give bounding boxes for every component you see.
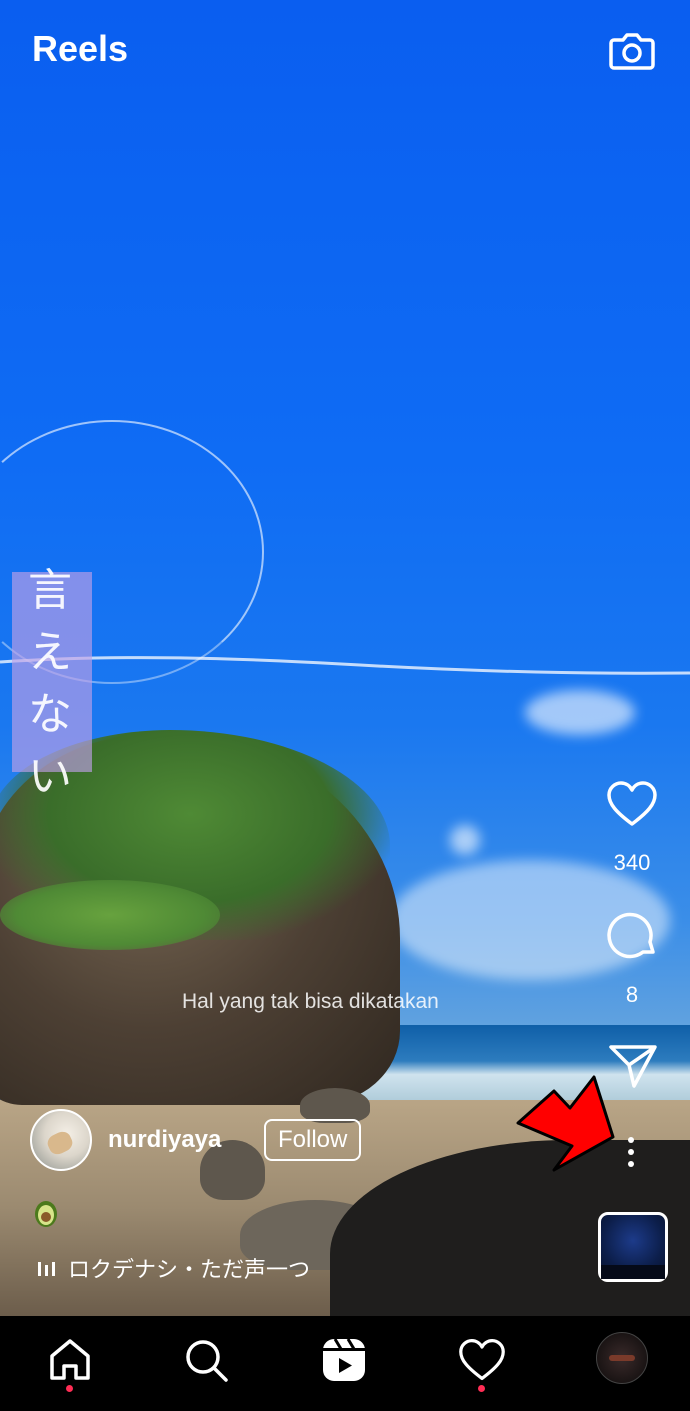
- nav-home[interactable]: [40, 1336, 100, 1396]
- notification-dot: [66, 1385, 73, 1392]
- decorative-wave: [0, 656, 690, 675]
- follow-button[interactable]: Follow: [264, 1119, 362, 1161]
- camera-icon[interactable]: [608, 26, 656, 74]
- bottom-navigation: [0, 1316, 690, 1411]
- nav-reels[interactable]: [314, 1336, 374, 1396]
- profile-avatar[interactable]: [596, 1332, 648, 1384]
- audio-thumbnail[interactable]: [598, 1212, 668, 1282]
- vertical-caption: 言 え な い: [20, 560, 80, 808]
- author-row: nurdiyaya Follow: [30, 1108, 362, 1172]
- like-count: 340: [613, 850, 651, 875]
- heart-icon[interactable]: [606, 780, 658, 828]
- cloud: [450, 825, 480, 855]
- vertical-char: 言: [28, 565, 72, 616]
- page-title: Reels: [32, 28, 129, 69]
- more-vertical-icon[interactable]: [616, 1128, 646, 1176]
- avatar[interactable]: [30, 1109, 92, 1171]
- caption-emoji[interactable]: [30, 1196, 62, 1233]
- vertical-char: え: [28, 627, 72, 678]
- comment-count: 8: [625, 982, 639, 1007]
- search-icon: [186, 1340, 228, 1382]
- music-info[interactable]: ロクデナシ・ただ声一つ: [36, 1252, 310, 1284]
- audio-bars-icon: [38, 1262, 55, 1276]
- nav-activity[interactable]: [452, 1336, 512, 1396]
- annotation-arrow: [516, 1075, 615, 1172]
- cliff-vegetation: [0, 880, 220, 950]
- username[interactable]: nurdiyaya: [108, 1126, 228, 1154]
- avocado-icon: [35, 1201, 57, 1227]
- vertical-char: な: [28, 689, 72, 740]
- notification-dot: [478, 1385, 485, 1392]
- video-subtitle: Hal yang tak bisa dikatakan: [182, 990, 439, 1013]
- home-icon: [50, 1339, 90, 1380]
- vertical-char: い: [28, 751, 72, 802]
- heart-icon: [459, 1339, 505, 1381]
- nav-search[interactable]: [176, 1336, 236, 1396]
- cloud: [525, 690, 635, 735]
- reels-screen: 言 え な い Hal yang tak bisa dikatakan Reel…: [0, 0, 690, 1411]
- music-title: ロクデナシ・ただ声一つ: [68, 1257, 311, 1282]
- reels-icon: [323, 1338, 365, 1381]
- comment-icon[interactable]: [607, 912, 659, 962]
